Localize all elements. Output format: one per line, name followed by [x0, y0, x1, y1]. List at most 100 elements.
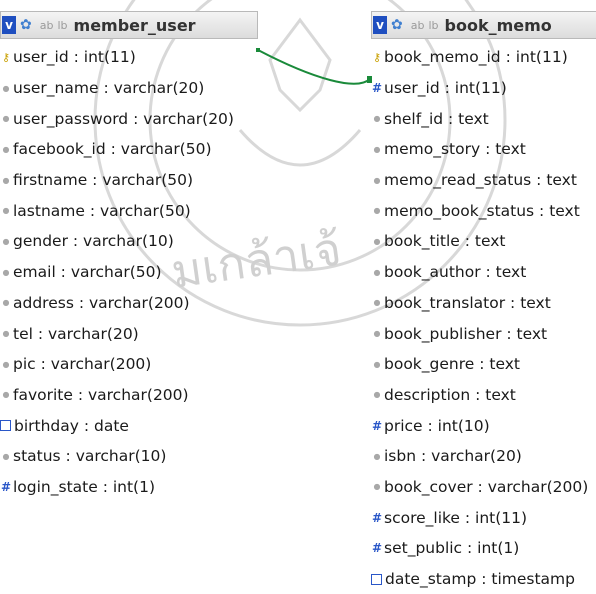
number-field-icon: # [371, 541, 383, 556]
table-name: member_user [73, 15, 196, 35]
field-row[interactable]: ● memo_book_status : text [371, 195, 596, 226]
field-label: memo_read_status : text [384, 171, 577, 190]
text-field-icon: ● [373, 267, 381, 277]
gear-icon[interactable]: ✿ [20, 18, 32, 32]
field-row[interactable]: ● book_author : text [371, 257, 596, 288]
field-label: user_id : int(11) [13, 48, 136, 67]
field-row[interactable]: ● isbn : varchar(20) [371, 441, 596, 472]
field-label: pic : varchar(200) [13, 355, 152, 374]
field-row[interactable]: # score_like : int(11) [371, 502, 596, 533]
text-field-icon: ● [373, 236, 381, 246]
number-field-icon: # [0, 479, 12, 494]
field-row[interactable]: ● pic : varchar(200) [0, 349, 258, 380]
view-icon[interactable]: v [2, 16, 16, 34]
field-row[interactable]: ⚷ user_id : int(11) [0, 42, 258, 73]
field-row[interactable]: ● book_genre : text [371, 349, 596, 380]
text-field-icon: ● [373, 390, 381, 400]
table-member-user[interactable]: v ✿ ab lb member_user ⚷ user_id : int(11)… [0, 11, 258, 502]
field-row[interactable]: # user_id : int(11) [371, 73, 596, 104]
text-field-icon: ● [2, 298, 10, 308]
field-row[interactable]: ● lastname : varchar(50) [0, 195, 258, 226]
text-field-icon: ● [2, 236, 10, 246]
field-row[interactable]: ● email : varchar(50) [0, 257, 258, 288]
field-row[interactable]: ● book_translator : text [371, 288, 596, 319]
field-row[interactable]: date_stamp : timestamp [371, 564, 596, 594]
field-label: shelf_id : text [384, 109, 489, 128]
field-label: lastname : varchar(50) [13, 201, 191, 220]
view-icon[interactable]: v [373, 16, 387, 34]
text-field-icon: ● [373, 114, 381, 124]
field-label: user_name : varchar(20) [13, 79, 205, 98]
field-label: status : varchar(10) [13, 447, 167, 466]
number-field-icon: # [371, 418, 383, 433]
table-header[interactable]: v ✿ ab lb book_memo [371, 11, 596, 39]
text-field-icon: ● [2, 267, 10, 277]
field-label: tel : varchar(20) [13, 324, 139, 343]
text-field-icon: ● [2, 144, 10, 154]
table-header[interactable]: v ✿ ab lb member_user [0, 11, 258, 39]
field-row[interactable]: ● book_publisher : text [371, 318, 596, 349]
number-field-icon: # [371, 510, 383, 525]
field-row[interactable]: ● status : varchar(10) [0, 441, 258, 472]
field-list: ⚷ book_memo_id : int(11) # user_id : int(11… [371, 42, 596, 594]
field-row[interactable]: ● memo_story : text [371, 134, 596, 165]
field-row[interactable]: ● address : varchar(200) [0, 288, 258, 319]
field-row[interactable]: ● description : text [371, 380, 596, 411]
field-label: book_title : text [384, 232, 506, 251]
text-field-icon: ● [373, 329, 381, 339]
table-options-label: lb [57, 18, 68, 32]
field-row[interactable]: ● book_cover : varchar(200) [371, 472, 596, 503]
text-field-icon: ● [373, 451, 381, 461]
field-row[interactable]: # login_state : int(1) [0, 472, 258, 503]
field-row[interactable]: birthday : date [0, 410, 258, 441]
field-label: book_memo_id : int(11) [384, 48, 568, 67]
field-label: book_publisher : text [384, 324, 548, 343]
text-field-icon: ● [373, 298, 381, 308]
field-row[interactable]: ● facebook_id : varchar(50) [0, 134, 258, 165]
number-field-icon: # [371, 81, 383, 96]
field-row[interactable]: # set_public : int(1) [371, 533, 596, 564]
field-label: memo_book_status : text [384, 201, 580, 220]
date-field-icon [371, 573, 382, 585]
text-field-icon: ● [373, 144, 381, 154]
date-field-icon [0, 420, 11, 432]
field-row[interactable]: ● user_password : varchar(20) [0, 103, 258, 134]
text-field-icon: ● [2, 83, 10, 93]
field-label: description : text [384, 385, 516, 404]
field-row[interactable]: ● shelf_id : text [371, 103, 596, 134]
field-row[interactable]: ● book_title : text [371, 226, 596, 257]
field-label: login_state : int(1) [13, 477, 156, 496]
text-field-icon: ● [2, 114, 10, 124]
field-label: email : varchar(50) [13, 263, 162, 282]
field-row[interactable]: ● gender : varchar(10) [0, 226, 258, 257]
field-label: user_password : varchar(20) [13, 109, 234, 128]
field-label: price : int(10) [384, 416, 490, 435]
field-row[interactable]: ● user_name : varchar(20) [0, 73, 258, 104]
text-field-icon: ● [2, 206, 10, 216]
table-options-label: lb [428, 18, 439, 32]
table-book-memo[interactable]: v ✿ ab lb book_memo ⚷ book_memo_id : int(… [371, 11, 596, 594]
field-row[interactable]: ● firstname : varchar(50) [0, 165, 258, 196]
field-label: score_like : int(11) [384, 508, 528, 527]
gear-icon[interactable]: ✿ [391, 18, 403, 32]
field-label: book_cover : varchar(200) [384, 477, 589, 496]
key-icon: ⚷ [372, 50, 382, 64]
field-row[interactable]: ● favorite : varchar(200) [0, 380, 258, 411]
field-label: book_translator : text [384, 293, 551, 312]
field-row[interactable]: ● memo_read_status : text [371, 165, 596, 196]
field-list: ⚷ user_id : int(11) ● user_name : varchar(2… [0, 42, 258, 502]
text-field-icon: ● [373, 206, 381, 216]
text-field-icon: ● [373, 175, 381, 185]
field-row[interactable]: ⚷ book_memo_id : int(11) [371, 42, 596, 73]
text-field-icon: ● [2, 175, 10, 185]
field-row[interactable]: # price : int(10) [371, 410, 596, 441]
field-row[interactable]: ● tel : varchar(20) [0, 318, 258, 349]
field-label: date_stamp : timestamp [385, 570, 575, 589]
table-name: book_memo [444, 15, 552, 35]
field-label: isbn : varchar(20) [384, 447, 522, 466]
text-field-icon: ● [2, 359, 10, 369]
field-label: book_genre : text [384, 355, 520, 374]
field-label: gender : varchar(10) [13, 232, 174, 251]
field-label: address : varchar(200) [13, 293, 190, 312]
field-label: birthday : date [14, 416, 129, 435]
